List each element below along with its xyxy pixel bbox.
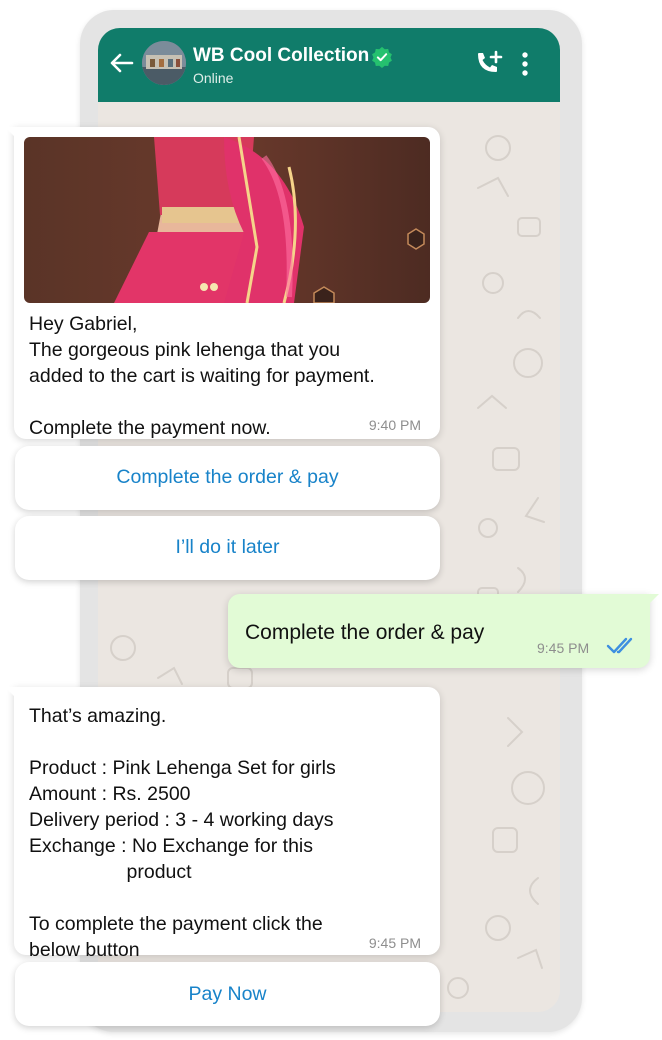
read-receipt-icon	[606, 637, 633, 654]
verified-badge-icon	[372, 46, 392, 68]
message-timestamp: 9:40 PM	[368, 417, 421, 433]
avatar[interactable]	[142, 41, 186, 85]
back-arrow-icon[interactable]	[108, 52, 134, 74]
message-timestamp: 9:45 PM	[368, 935, 421, 951]
bubble-tail	[5, 687, 19, 701]
add-call-icon[interactable]	[474, 50, 504, 78]
outgoing-message-bubble: Complete the order & pay 9:45 PM	[228, 594, 659, 668]
chat-header: WB Cool Collection Online	[98, 28, 560, 102]
contact-name[interactable]: WB Cool Collection	[193, 45, 369, 67]
do-it-later-button[interactable]: I’ll do it later	[15, 516, 440, 580]
bubble-tail	[5, 127, 19, 141]
message-timestamp: 9:45 PM	[537, 640, 590, 656]
pay-now-button[interactable]: Pay Now	[15, 962, 440, 1026]
message-text: That’s amazing. Product : Pink Lehenga S…	[29, 705, 336, 961]
message-text: Hey Gabriel, The gorgeous pink lehenga t…	[29, 313, 375, 439]
incoming-message-bubble: That’s amazing. Product : Pink Lehenga S…	[5, 687, 440, 961]
bubble-tail	[645, 594, 659, 608]
online-status: Online	[193, 70, 234, 86]
complete-order-pay-button[interactable]: Complete the order & pay	[15, 446, 440, 510]
product-image[interactable]	[24, 137, 430, 303]
more-vert-icon[interactable]	[520, 50, 530, 78]
incoming-message-bubble: Hey Gabriel, The gorgeous pink lehenga t…	[5, 127, 440, 439]
message-text: Complete the order & pay	[245, 621, 485, 644]
